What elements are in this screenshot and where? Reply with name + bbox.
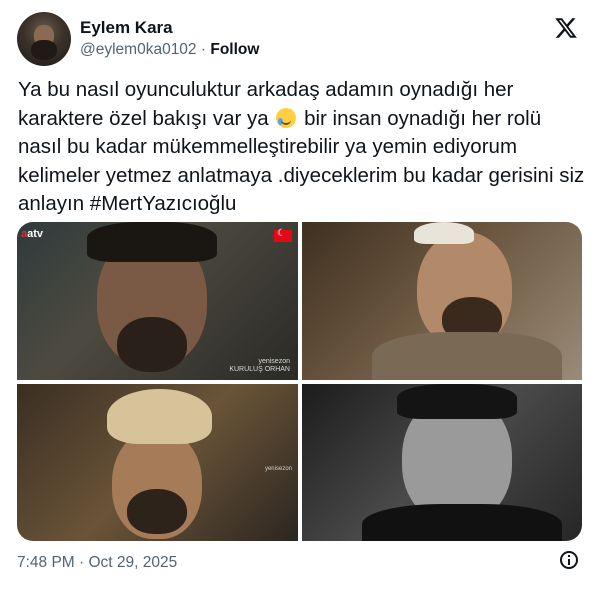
actor-photo-warrior[interactable]: aatv yenisezon KURULUŞ ORHAN bbox=[17, 222, 298, 380]
follow-button[interactable]: Follow bbox=[210, 41, 259, 58]
watermark: yenisezon KURULUŞ ORHAN bbox=[229, 358, 290, 373]
media-grid: aatv yenisezon KURULUŞ ORHAN yenisezon bbox=[17, 222, 582, 541]
author-handle[interactable]: @eylem0ka0102 bbox=[80, 41, 197, 58]
actor-photo-turban[interactable]: yenisezon bbox=[17, 384, 298, 541]
tweet-text: Ya bu nasıl oyunculuktur arkadaş adamın … bbox=[18, 76, 588, 219]
author-handle-row: @eylem0ka0102 · Follow bbox=[80, 41, 259, 59]
smiling-face-with-tear-icon bbox=[276, 107, 297, 128]
tweet-timestamp[interactable]: 7:48 PM · Oct 29, 2025 bbox=[17, 554, 177, 572]
author-avatar[interactable] bbox=[17, 12, 71, 66]
watermark: yenisezon bbox=[264, 466, 292, 472]
x-logo-icon[interactable] bbox=[554, 16, 578, 40]
turkish-flag-icon bbox=[274, 228, 292, 242]
separator-dot: · bbox=[200, 41, 207, 58]
info-icon[interactable] bbox=[560, 551, 578, 569]
actor-photo-black-white[interactable] bbox=[302, 384, 582, 541]
author-name[interactable]: Eylem Kara bbox=[80, 18, 173, 38]
actor-photo-smiling[interactable] bbox=[302, 222, 582, 380]
tv-channel-logo: aatv bbox=[21, 228, 44, 240]
